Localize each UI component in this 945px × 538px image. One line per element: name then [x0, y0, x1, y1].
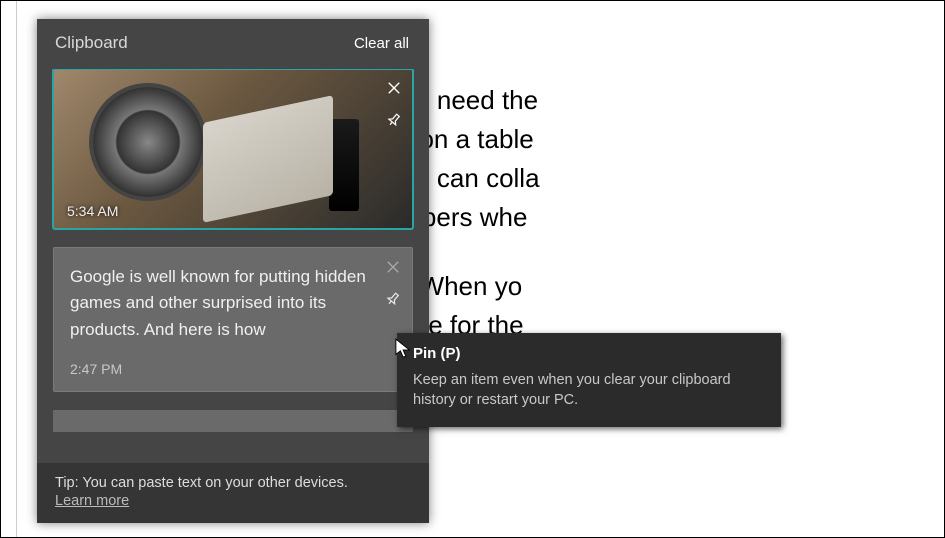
clipboard-tip-text: Tip: You can paste text on your other de… [55, 475, 411, 491]
learn-more-link[interactable]: Learn more [55, 493, 129, 509]
clipboard-item-actions [380, 254, 406, 312]
clipboard-item-image[interactable]: SSD 5:34 AM [53, 69, 413, 229]
tooltip-description: Keep an item even when you clear your cl… [413, 370, 765, 411]
clipboard-header: Clipboard Clear all [37, 19, 429, 69]
clipboard-title: Clipboard [55, 33, 128, 53]
image-detail [329, 119, 359, 211]
clipboard-item-text-content: Google is well known for putting hidden … [70, 264, 372, 343]
pin-icon[interactable] [381, 107, 407, 133]
clipboard-panel: Clipboard Clear all SSD 5:34 AM Google i… [37, 19, 429, 523]
clipboard-item-time: 2:47 PM [70, 361, 372, 377]
clipboard-item-placeholder [53, 410, 413, 432]
pin-tooltip: Pin (P) Keep an item even when you clear… [397, 333, 781, 427]
clipboard-items-list: SSD 5:34 AM Google is well known for put… [37, 69, 429, 463]
clipboard-item-time: 5:34 AM [67, 203, 118, 219]
close-icon[interactable] [381, 75, 407, 101]
mouse-cursor-icon [395, 338, 413, 360]
pin-icon[interactable] [380, 286, 406, 312]
clipboard-tip: Tip: You can paste text on your other de… [37, 463, 429, 523]
clear-all-button[interactable]: Clear all [354, 35, 409, 52]
clipboard-item-text[interactable]: Google is well known for putting hidden … [53, 247, 413, 392]
image-ssd-label: SSD [248, 184, 296, 210]
tooltip-title: Pin (P) [413, 345, 765, 362]
close-icon[interactable] [380, 254, 406, 280]
clipboard-item-actions [381, 75, 407, 133]
